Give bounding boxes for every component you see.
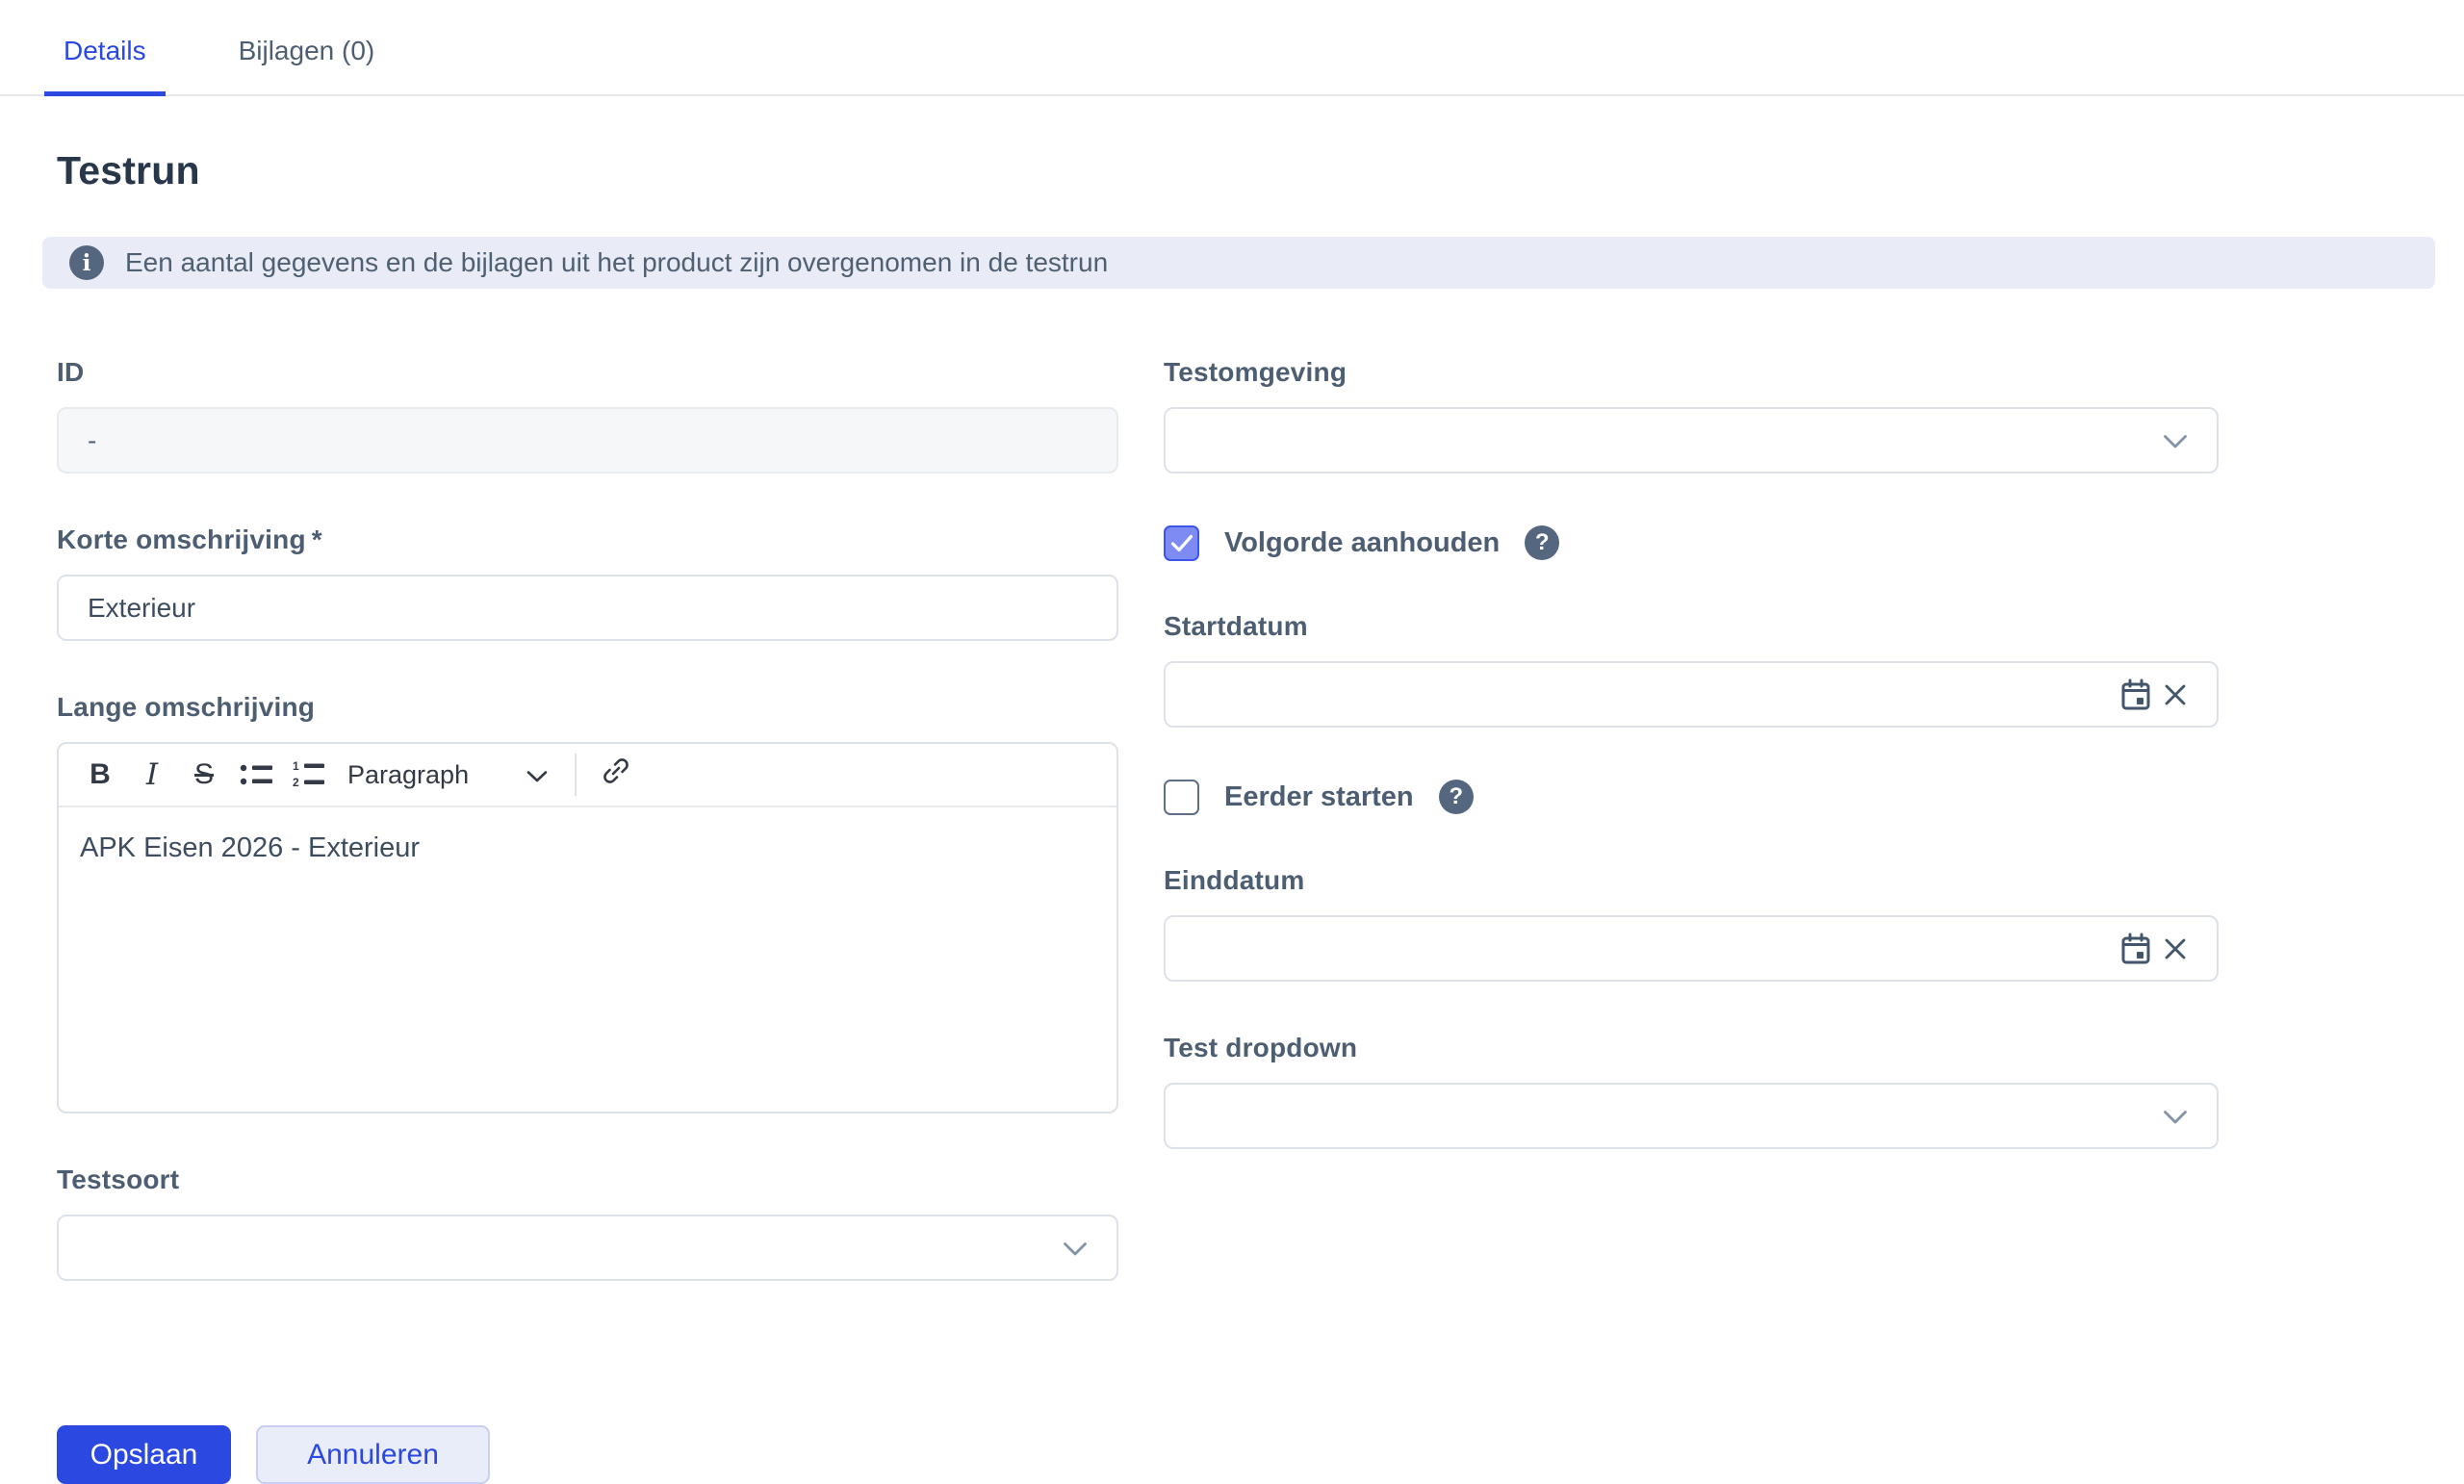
field-test-dropdown: Test dropdown	[1164, 1032, 2219, 1149]
svg-text:1: 1	[293, 759, 299, 773]
editor-paragraph: APK Eisen 2026 - Exterieur	[80, 832, 421, 863]
einddatum-label: Einddatum	[1164, 865, 1305, 895]
help-icon[interactable]: ?	[1438, 780, 1474, 814]
field-id: ID	[57, 356, 1118, 473]
strikethrough-glyph: S	[193, 758, 214, 790]
lange-omschrijving-editor-content[interactable]: APK Eisen 2026 - Exterieur	[59, 807, 1116, 1112]
volgorde-aanhouden-label[interactable]: Volgorde aanhouden	[1224, 527, 1500, 559]
cancel-button[interactable]: Annuleren	[256, 1425, 490, 1484]
id-label: ID	[57, 357, 85, 387]
form-column-right: Testomgeving Volgorde aanhouden ? Startd…	[1164, 356, 2219, 1149]
numbered-list-button[interactable]: 1 2	[282, 749, 334, 801]
chevron-down-icon	[2163, 1101, 2188, 1132]
field-startdatum: Startdatum	[1164, 610, 2219, 728]
info-banner: i Een aantal gegevens en de bijlagen uit…	[42, 237, 2435, 289]
eerder-starten-label[interactable]: Eerder starten	[1224, 781, 1414, 813]
eerder-starten-checkbox[interactable]	[1164, 779, 1199, 815]
einddatum-input[interactable]	[1164, 915, 2219, 982]
link-icon	[601, 755, 631, 794]
chevron-down-icon	[1063, 1233, 1088, 1264]
link-button[interactable]	[590, 749, 642, 801]
form-actions: Opslaan Annuleren	[57, 1425, 2219, 1484]
form-column-left: ID Korte omschrijving* Lange omschrijvin…	[57, 356, 1118, 1281]
testrun-form-page: Details Bijlagen (0) Testrun i Een aanta…	[0, 0, 2464, 1484]
test-dropdown-select[interactable]	[1164, 1083, 2219, 1149]
tab-bijlagen[interactable]: Bijlagen (0)	[219, 36, 395, 96]
clear-date-icon[interactable]	[2157, 931, 2194, 967]
testsoort-label: Testsoort	[57, 1164, 180, 1194]
bullet-list-icon	[240, 760, 272, 789]
editor-toolbar: B I S 1 2 Paragraph	[59, 744, 1116, 807]
chevron-down-icon	[526, 760, 548, 790]
toolbar-divider	[575, 754, 578, 796]
italic-button[interactable]: I	[126, 749, 178, 801]
startdatum-label: Startdatum	[1164, 611, 1308, 641]
field-lange-omschrijving: Lange omschrijving B I S 1 2 Paragraph A…	[57, 691, 1118, 1113]
form-grid: ID Korte omschrijving* Lange omschrijvin…	[57, 356, 2219, 1281]
info-banner-text: Een aantal gegevens en de bijlagen uit h…	[125, 247, 1109, 277]
field-einddatum: Einddatum	[1164, 864, 2219, 982]
page-title: Testrun	[57, 148, 200, 192]
testsoort-select[interactable]	[57, 1215, 1118, 1281]
tab-details[interactable]: Details	[44, 36, 166, 96]
korte-omschrijving-input[interactable]	[57, 575, 1118, 641]
paragraph-style-dropdown[interactable]: Paragraph	[334, 749, 561, 801]
field-testsoort: Testsoort	[57, 1164, 1118, 1281]
eerder-starten-row: Eerder starten ?	[1164, 778, 2219, 816]
startdatum-input[interactable]	[1164, 661, 2219, 728]
tab-bar: Details Bijlagen (0)	[0, 0, 2464, 96]
strikethrough-button[interactable]: S	[178, 749, 230, 801]
lange-omschrijving-label: Lange omschrijving	[57, 692, 316, 722]
info-icon: i	[69, 245, 104, 280]
volgorde-aanhouden-checkbox[interactable]	[1164, 525, 1199, 561]
field-korte-omschrijving: Korte omschrijving *	[57, 524, 1118, 641]
field-testomgeving: Testomgeving	[1164, 356, 2219, 473]
clear-date-icon[interactable]	[2157, 677, 2194, 713]
testomgeving-label: Testomgeving	[1164, 357, 1348, 387]
volgorde-aanhouden-row: Volgorde aanhouden ?	[1164, 524, 2219, 562]
calendar-icon[interactable]	[2115, 673, 2157, 717]
korte-omschrijving-label: Korte omschrijving *	[57, 524, 1118, 556]
bullet-list-button[interactable]	[230, 749, 282, 801]
bold-button[interactable]: B	[74, 749, 126, 801]
chevron-down-icon	[2163, 425, 2188, 456]
rich-text-editor: B I S 1 2 Paragraph APK Eisen 2026 - Ext…	[57, 742, 1118, 1113]
id-input	[57, 407, 1118, 473]
numbered-list-icon: 1 2	[291, 759, 325, 790]
testomgeving-select[interactable]	[1164, 407, 2219, 473]
svg-text:2: 2	[293, 776, 299, 789]
korte-omschrijving-label-text: Korte omschrijving	[57, 525, 306, 554]
form-content: Testrun i Een aantal gegevens en de bijl…	[0, 144, 2464, 1484]
help-icon[interactable]: ?	[1525, 525, 1560, 560]
calendar-icon[interactable]	[2115, 927, 2157, 971]
save-button[interactable]: Opslaan	[57, 1425, 231, 1484]
required-asterisk: *	[311, 525, 322, 554]
test-dropdown-label: Test dropdown	[1164, 1033, 1358, 1062]
paragraph-style-label: Paragraph	[347, 759, 470, 789]
